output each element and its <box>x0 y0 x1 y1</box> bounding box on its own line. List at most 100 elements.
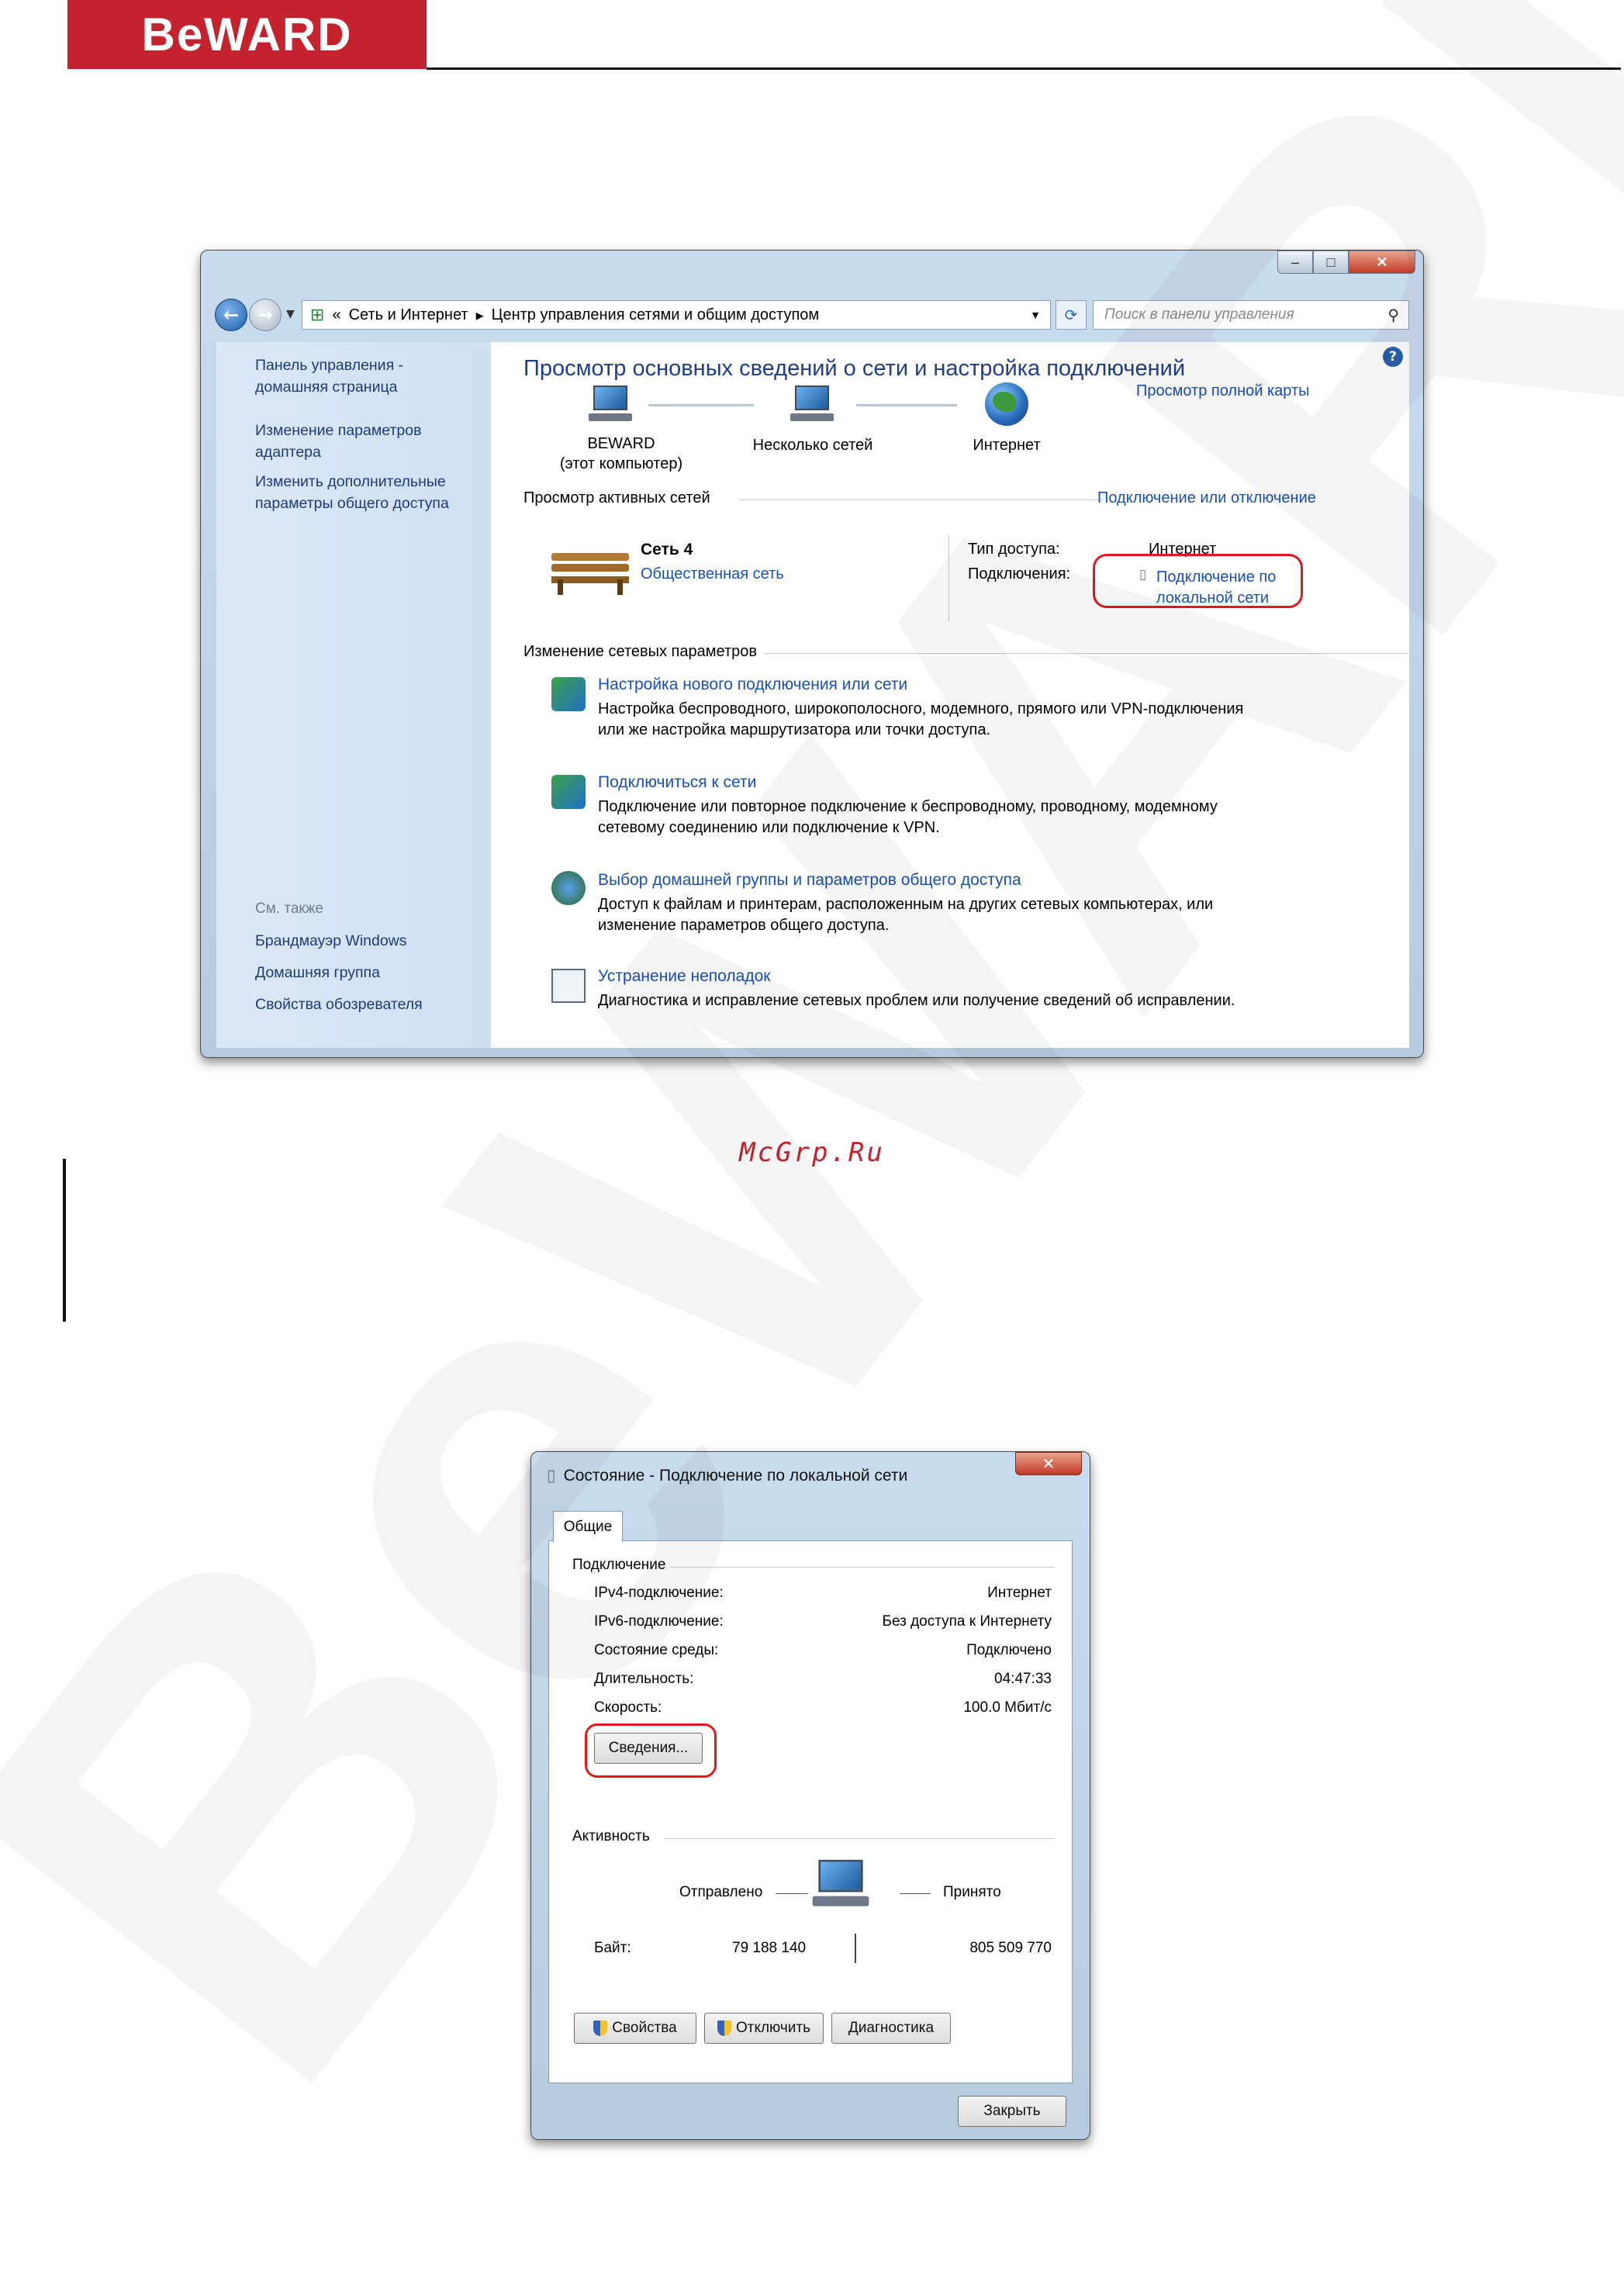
full-map-link[interactable]: Просмотр полной карты <box>1136 382 1310 400</box>
task-desc-homegroup-2: изменение параметров общего доступа. <box>598 917 890 934</box>
map-line <box>648 404 754 406</box>
minimize-button[interactable]: – <box>1277 251 1313 274</box>
breadcrumb-separator[interactable]: ▸ <box>476 306 484 325</box>
sidebar-link-line[interactable]: Панель управления - <box>255 354 403 376</box>
general-tab-panel: Подключение IPv4-подключение: Интернет I… <box>548 1540 1073 2083</box>
bytes-received-value: 805 509 770 <box>969 1940 1052 1956</box>
sidebar-link-firewall[interactable]: Брандмауэр Windows <box>255 930 407 952</box>
task-desc-new-connection-2: или же настройка маршрутизатора или точк… <box>598 721 991 738</box>
troubleshoot-icon[interactable] <box>551 969 586 1003</box>
sent-line <box>776 1893 808 1894</box>
disable-button-label: Отключить <box>735 2020 811 2036</box>
task-desc-connect: Подключение или повторное подключение к … <box>598 798 1218 815</box>
sidebar: Панель управления - домашняя страница Из… <box>216 342 491 1048</box>
sidebar-link-line[interactable]: Изменение параметров <box>255 420 421 441</box>
highlight-ring <box>1093 554 1303 608</box>
computer-icon[interactable] <box>587 385 634 423</box>
network-adapter-icon: ▯ <box>547 1467 556 1485</box>
received-line <box>900 1893 931 1894</box>
vertical-divider <box>948 534 949 621</box>
section-divider <box>764 653 1411 654</box>
connections-label: Подключения: <box>968 565 1071 582</box>
internet-globe-icon[interactable] <box>985 382 1028 426</box>
shield-icon <box>717 2021 731 2036</box>
task-link-troubleshoot[interactable]: Устранение неполадок <box>598 967 770 986</box>
received-label: Принято <box>943 1884 1001 1900</box>
sidebar-link-line[interactable]: домашняя страница <box>255 376 403 398</box>
navigation-bar: ← → ▼ ⊞ « Сеть и Интернет ▸ Центр управл… <box>215 297 1414 333</box>
node-label-networks: Несколько сетей <box>752 437 873 454</box>
address-bar[interactable]: ⊞ « Сеть и Интернет ▸ Центр управления с… <box>302 300 1051 330</box>
help-icon[interactable]: ? <box>1383 347 1403 367</box>
section-divider <box>664 1838 1055 1839</box>
back-button[interactable]: ← <box>215 299 247 331</box>
sent-label: Отправлено <box>679 1884 763 1900</box>
sidebar-link-control-panel-home[interactable]: Панель управления - домашняя страница <box>255 354 403 398</box>
task-desc-homegroup: Доступ к файлам и принтерам, расположенн… <box>598 896 1214 913</box>
task-desc-connect-2: сетевому соединению или подключение к VP… <box>598 819 940 836</box>
active-networks-header: Просмотр активных сетей <box>523 489 710 506</box>
connect-network-icon[interactable] <box>551 775 586 809</box>
dialog-titlebar: ▯ Состояние - Подключение по локальной с… <box>547 1466 907 1485</box>
sidebar-link-homegroup[interactable]: Домашняя группа <box>255 962 380 983</box>
sidebar-link-line[interactable]: Изменить дополнительные <box>255 471 449 493</box>
section-divider <box>670 1567 1055 1568</box>
page-title: Просмотр основных сведений о сети и наст… <box>523 356 1186 381</box>
forward-button[interactable]: → <box>249 299 282 331</box>
sidebar-link-advanced-sharing[interactable]: Изменить дополнительные параметры общего… <box>255 471 449 514</box>
row-label-duration: Длительность: <box>594 1671 694 1687</box>
tab-general[interactable]: Общие <box>553 1511 623 1542</box>
close-button[interactable]: ✕ <box>1349 251 1415 274</box>
shield-icon <box>593 2021 608 2036</box>
connection-status-dialog: ✕ ▯ Состояние - Подключение по локальной… <box>530 1451 1090 2140</box>
refresh-icon[interactable]: ⟳ <box>1056 300 1087 330</box>
public-network-bench-icon[interactable] <box>551 541 629 595</box>
task-link-homegroup[interactable]: Выбор домашней группы и параметров общег… <box>598 871 1021 890</box>
breadcrumb-network-internet[interactable]: Сеть и Интернет <box>349 306 468 324</box>
homegroup-icon[interactable] <box>551 871 586 905</box>
row-value-ipv4: Интернет <box>987 1585 1052 1601</box>
row-label-ipv6: IPv6-подключение: <box>594 1613 724 1630</box>
multiple-networks-icon[interactable] <box>789 385 835 423</box>
task-link-connect[interactable]: Подключиться к сети <box>598 773 756 792</box>
bytes-sent-value: 79 188 140 <box>732 1940 807 1956</box>
activity-divider <box>855 1934 856 1963</box>
new-connection-icon[interactable] <box>551 677 586 711</box>
row-value-media-state: Подключено <box>966 1642 1052 1658</box>
row-label-speed: Скорость: <box>594 1699 662 1716</box>
breadcrumb-network-center[interactable]: Центр управления сетями и общим доступом <box>492 306 820 324</box>
search-icon[interactable]: ⚲ <box>1387 306 1399 325</box>
maximize-button[interactable]: □ <box>1313 251 1349 274</box>
node-sublabel-computer: (этот компьютер) <box>559 455 683 472</box>
diagnose-button[interactable]: Диагностика <box>831 2013 951 2044</box>
connect-disconnect-link[interactable]: Подключение или отключение <box>1097 489 1316 507</box>
sidebar-link-internet-options[interactable]: Свойства обозревателя <box>255 994 423 1015</box>
disable-button[interactable]: Отключить <box>704 2013 824 2044</box>
task-desc-new-connection: Настройка беспроводного, широкополосного… <box>598 700 1244 717</box>
site-caption: McGrp.Ru <box>739 1137 885 1168</box>
search-input[interactable]: Поиск в панели управления ⚲ <box>1093 300 1409 330</box>
properties-button[interactable]: Свойства <box>574 2013 696 2044</box>
header-rule <box>427 67 1621 70</box>
network-type-link[interactable]: Общественная сеть <box>641 565 784 583</box>
dialog-close-button[interactable]: ✕ <box>1015 1452 1082 1475</box>
close-dialog-button[interactable]: Закрыть <box>958 2096 1066 2127</box>
sidebar-link-line[interactable]: параметры общего доступа <box>255 493 449 514</box>
address-root-separator[interactable]: « <box>332 306 340 324</box>
main-content: ? Просмотр основных сведений о сети и на… <box>491 342 1411 1048</box>
highlight-ring <box>585 1723 717 1778</box>
control-panel-icon: ⊞ <box>310 305 325 324</box>
bytes-label: Байт: <box>594 1940 631 1956</box>
row-value-speed: 100.0 Мбит/с <box>963 1699 1052 1716</box>
address-dropdown-icon[interactable]: ▼ <box>1030 309 1041 321</box>
row-label-ipv4: IPv4-подключение: <box>594 1585 724 1601</box>
task-link-new-connection[interactable]: Настройка нового подключения или сети <box>598 676 907 694</box>
margin-change-bar <box>63 1159 66 1322</box>
activity-section-header: Активность <box>572 1828 650 1844</box>
recent-pages-dropdown-icon[interactable]: ▼ <box>286 308 295 320</box>
sidebar-link-adapter-settings[interactable]: Изменение параметров адаптера <box>255 420 421 463</box>
network-name: Сеть 4 <box>641 541 693 558</box>
sidebar-link-line[interactable]: адаптера <box>255 441 421 463</box>
row-label-media-state: Состояние среды: <box>594 1642 719 1658</box>
access-type-label: Тип доступа: <box>968 541 1060 558</box>
